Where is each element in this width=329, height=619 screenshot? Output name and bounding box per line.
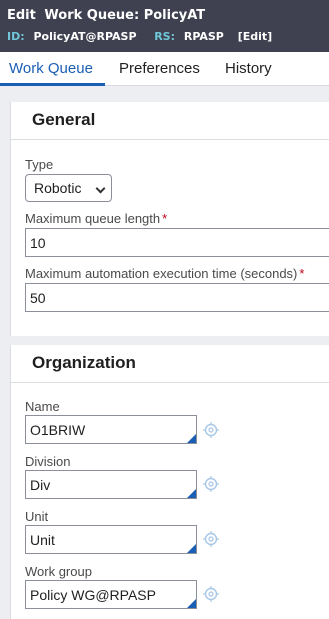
- page-title: Work Queue: PolicyAT: [44, 8, 206, 23]
- organization-section-title: Organization: [32, 353, 136, 372]
- target-icon[interactable]: [203, 586, 219, 602]
- edit-ruleset-link[interactable]: [Edit]: [238, 30, 272, 43]
- division-value: Div: [30, 477, 51, 493]
- max-queue-length-input[interactable]: 10: [25, 228, 329, 257]
- tab-work-queue[interactable]: Work Queue: [9, 52, 93, 86]
- required-marker: *: [162, 211, 168, 226]
- name-label: Name: [25, 399, 60, 414]
- type-label: Type: [25, 157, 54, 172]
- rs-value: RPASP: [183, 30, 224, 43]
- required-marker: *: [299, 266, 305, 281]
- general-section: General Type Robotic Maximum queue lengt…: [10, 102, 329, 336]
- autocomplete-corner-icon: [187, 599, 196, 608]
- name-field[interactable]: O1BRIW: [25, 415, 197, 444]
- unit-value: Unit: [30, 532, 55, 548]
- max-execution-time-label: Maximum automation execution time (secon…: [25, 266, 304, 281]
- organization-section: Organization Name O1BRIW Division Div Un…: [10, 345, 329, 619]
- work-group-field[interactable]: Policy WG@RPASP: [25, 580, 197, 609]
- target-icon[interactable]: [203, 422, 219, 438]
- work-group-label: Work group: [25, 564, 92, 579]
- tab-bar: Work Queue Preferences History: [0, 52, 329, 86]
- header-meta-row: ID: PolicyAT@RPASP RS: RPASP [Edit]: [7, 29, 329, 45]
- chevron-down-icon: [95, 183, 106, 194]
- rs-label: RS:: [154, 30, 175, 43]
- work-group-value: Policy WG@RPASP: [30, 587, 156, 603]
- id-label: ID:: [7, 30, 25, 43]
- max-execution-time-label-text: Maximum automation execution time (secon…: [25, 266, 298, 281]
- max-execution-time-input[interactable]: 50: [25, 283, 329, 312]
- tab-history[interactable]: History: [225, 52, 272, 86]
- organization-section-header: Organization: [11, 345, 329, 383]
- autocomplete-corner-icon: [187, 434, 196, 443]
- division-field[interactable]: Div: [25, 470, 197, 499]
- unit-field[interactable]: Unit: [25, 525, 197, 554]
- general-section-title: General: [32, 110, 96, 129]
- autocomplete-corner-icon: [187, 489, 196, 498]
- target-icon[interactable]: [203, 476, 219, 492]
- max-queue-length-label-text: Maximum queue length: [25, 211, 161, 226]
- target-icon[interactable]: [203, 531, 219, 547]
- name-value: O1BRIW: [30, 422, 86, 438]
- unit-label: Unit: [25, 509, 49, 524]
- max-queue-length-label: Maximum queue length *: [25, 211, 167, 226]
- id-value: PolicyAT@RPASP: [33, 30, 137, 43]
- page-header: Edit Work Queue: PolicyAT ID: PolicyAT@R…: [0, 0, 329, 52]
- header-title-row: Edit Work Queue: PolicyAT: [7, 7, 329, 25]
- general-section-header: General: [11, 102, 329, 140]
- autocomplete-corner-icon: [187, 544, 196, 553]
- type-select-value: Robotic: [34, 180, 82, 196]
- title-lead: Edit: [7, 8, 36, 23]
- tab-preferences[interactable]: Preferences: [119, 52, 200, 86]
- division-label: Division: [25, 454, 71, 469]
- type-select[interactable]: Robotic: [25, 174, 112, 202]
- active-tab-indicator: [0, 83, 105, 86]
